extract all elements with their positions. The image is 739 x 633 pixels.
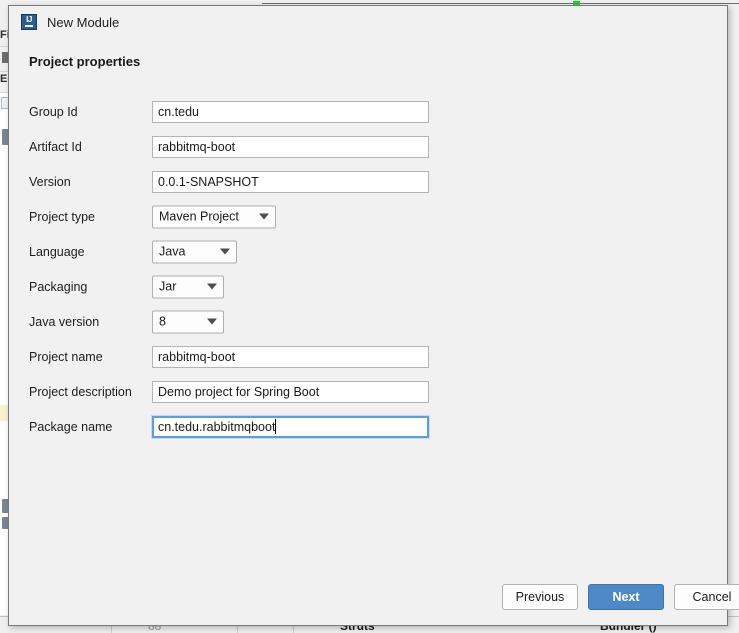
form-row-java-version: Java version 8 xyxy=(9,304,727,339)
chevron-down-icon xyxy=(220,248,230,255)
previous-button[interactable]: Previous xyxy=(502,584,578,610)
packaging-value: Jar xyxy=(159,279,177,294)
label-packaging: Packaging xyxy=(29,279,88,294)
form-row-package-name: Package name cn.tedu.rabbitmqboot xyxy=(9,409,727,444)
text-caret xyxy=(275,418,277,434)
chevron-down-icon xyxy=(207,283,217,290)
label-java-version: Java version xyxy=(29,314,100,329)
form-row-project-name: Project name rabbitmq-boot xyxy=(9,339,727,374)
project-type-value: Maven Project xyxy=(159,209,239,224)
chevron-down-icon xyxy=(207,318,217,325)
section-heading-project-properties: Project properties xyxy=(29,54,141,69)
label-version: Version xyxy=(29,174,71,189)
java-version-value: 8 xyxy=(159,314,166,329)
top-divider-line xyxy=(262,3,739,4)
dialog-title: New Module xyxy=(47,14,120,30)
project-name-input[interactable]: rabbitmq-boot xyxy=(152,345,429,368)
form-row-project-description: Project description Demo project for Spr… xyxy=(9,374,727,409)
form-row-packaging: Packaging Jar xyxy=(9,269,727,304)
group-id-input[interactable]: cn.tedu xyxy=(152,100,429,123)
dialog-title-bar: New Module xyxy=(9,6,727,38)
next-button[interactable]: Next xyxy=(588,584,664,610)
java-version-dropdown[interactable]: 8 xyxy=(152,310,224,333)
project-properties-form: Group Id cn.tedu Artifact Id rabbitmq-bo… xyxy=(9,94,727,444)
form-row-version: Version 0.0.1-SNAPSHOT xyxy=(9,164,727,199)
package-name-value: cn.tedu.rabbitmqboot xyxy=(158,419,276,434)
form-row-project-type: Project type Maven Project xyxy=(9,199,727,234)
label-language: Language xyxy=(29,244,85,259)
form-row-group-id: Group Id cn.tedu xyxy=(9,94,727,129)
label-artifact-id: Artifact Id xyxy=(29,139,82,154)
new-module-dialog: New Module Project properties Group Id c… xyxy=(8,5,739,626)
project-description-input[interactable]: Demo project for Spring Boot xyxy=(152,380,429,403)
form-row-artifact-id: Artifact Id rabbitmq-boot xyxy=(9,129,727,164)
version-input[interactable]: 0.0.1-SNAPSHOT xyxy=(152,170,429,193)
artifact-id-input[interactable]: rabbitmq-boot xyxy=(152,135,429,158)
language-dropdown[interactable]: Java xyxy=(152,240,237,263)
intellij-idea-icon xyxy=(21,14,37,30)
language-value: Java xyxy=(159,244,186,259)
form-row-language: Language Java xyxy=(9,234,727,269)
label-project-type: Project type xyxy=(29,209,96,224)
chevron-down-icon xyxy=(259,213,269,220)
label-project-description: Project description xyxy=(29,384,132,399)
label-group-id: Group Id xyxy=(29,104,78,119)
label-package-name: Package name xyxy=(29,419,113,434)
cancel-button[interactable]: Cancel xyxy=(674,584,739,610)
dialog-footer: Previous Next Cancel xyxy=(9,571,739,625)
package-name-input[interactable]: cn.tedu.rabbitmqboot xyxy=(151,414,430,439)
packaging-dropdown[interactable]: Jar xyxy=(152,275,224,298)
project-type-dropdown[interactable]: Maven Project xyxy=(152,205,276,228)
label-project-name: Project name xyxy=(29,349,103,364)
